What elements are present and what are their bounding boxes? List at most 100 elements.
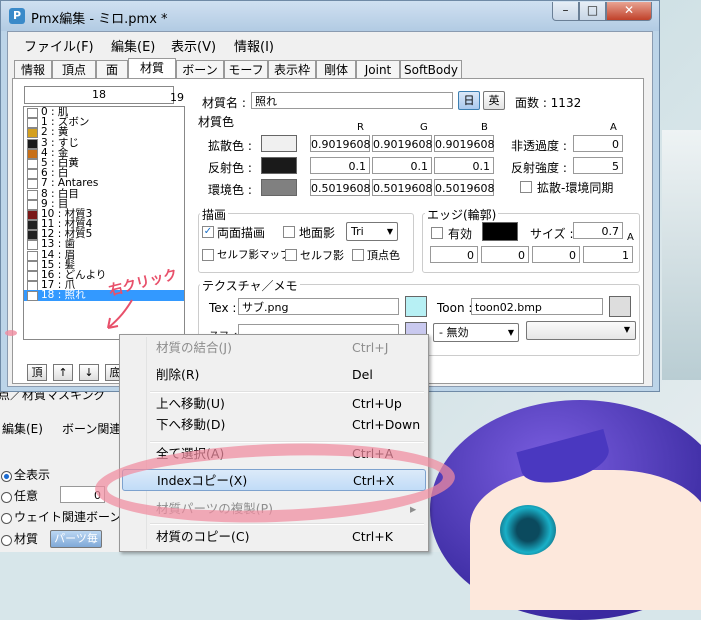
specular-swatch[interactable] bbox=[261, 157, 297, 174]
dropdown-arrow-icon: ▼ bbox=[623, 325, 630, 334]
english-button[interactable]: 英 bbox=[483, 91, 505, 110]
ambient-b[interactable]: 0.5019608 bbox=[434, 179, 495, 196]
material-index-field[interactable]: 18 bbox=[24, 86, 174, 104]
tab-face[interactable]: 面 bbox=[96, 60, 128, 78]
tab-display-frame[interactable]: 表示枠 bbox=[268, 60, 316, 78]
vertex-color-checkbox[interactable] bbox=[352, 249, 364, 261]
list-top-button[interactable]: 頂 bbox=[27, 364, 47, 381]
double-sided-checkbox[interactable]: ✓ bbox=[202, 226, 214, 238]
menu-item-move-down[interactable]: 下へ移動(D) Ctrl+Down bbox=[122, 414, 426, 436]
ambient-g[interactable]: 0.5019608 bbox=[372, 179, 433, 196]
list-up-button[interactable]: ↑ bbox=[53, 364, 73, 381]
tab-softbody[interactable]: SoftBody bbox=[400, 60, 462, 78]
japanese-button[interactable]: 日 bbox=[458, 91, 480, 110]
specular-r[interactable]: 0.1 bbox=[310, 157, 370, 174]
close-button[interactable]: ✕ bbox=[606, 2, 652, 21]
ambient-r[interactable]: 0.5019608 bbox=[310, 179, 371, 196]
diffuse-g[interactable]: 0.9019608 bbox=[372, 135, 433, 152]
tex-input[interactable]: サブ.png bbox=[238, 298, 399, 315]
diffuse-b[interactable]: 0.9019608 bbox=[434, 135, 495, 152]
tab-bone[interactable]: ボーン bbox=[176, 60, 224, 78]
menu-edit[interactable]: 編集(E) bbox=[111, 36, 155, 55]
edge-enabled-checkbox[interactable] bbox=[431, 227, 443, 239]
tex-label: Tex : bbox=[209, 301, 237, 315]
character-eye bbox=[500, 505, 556, 555]
diffuse-r[interactable]: 0.9019608 bbox=[310, 135, 371, 152]
radio-any[interactable] bbox=[1, 492, 12, 503]
material-name-input[interactable]: 照れ bbox=[251, 92, 453, 109]
edge-size-label: サイズ : bbox=[530, 227, 574, 241]
self-shadow-checkbox[interactable] bbox=[285, 249, 297, 261]
menu-item-delete[interactable]: 削除(R) Del bbox=[122, 364, 426, 386]
menu-item-move-up[interactable]: 上へ移動(U) Ctrl+Up bbox=[122, 393, 426, 415]
menu-item-copy-material[interactable]: 材質のコピー(C) Ctrl+K bbox=[122, 526, 426, 548]
sync-checkbox[interactable] bbox=[520, 181, 532, 193]
tri-dropdown[interactable]: Tri ▼ bbox=[346, 222, 398, 241]
mask-menu-edit[interactable]: 編集(E) bbox=[2, 420, 43, 437]
edge-color-swatch[interactable] bbox=[482, 222, 518, 241]
material-count: 19 bbox=[170, 91, 184, 104]
edge-b[interactable]: 0 bbox=[532, 246, 580, 263]
sphere-mode-dropdown[interactable]: - 無効 ▼ bbox=[433, 323, 519, 342]
toon-preview[interactable] bbox=[609, 296, 631, 317]
tex-preview[interactable] bbox=[405, 296, 427, 317]
edge-enabled-label: 有効 bbox=[448, 227, 473, 241]
tab-morph[interactable]: モーフ bbox=[224, 60, 268, 78]
edge-a[interactable]: 1 bbox=[583, 246, 633, 263]
menu-info[interactable]: 情報(I) bbox=[234, 36, 274, 55]
app-icon: P bbox=[9, 8, 25, 24]
edge-r[interactable]: 0 bbox=[430, 246, 478, 263]
toon-input[interactable]: toon02.bmp bbox=[471, 298, 603, 315]
material-color-swatch bbox=[27, 291, 38, 302]
specular-g[interactable]: 0.1 bbox=[372, 157, 432, 174]
edge-size-input[interactable]: 0.7 bbox=[573, 222, 623, 239]
title-bar[interactable]: P Pmx編集 - ミロ.pmx * – □ ✕ bbox=[1, 1, 659, 31]
ambient-swatch[interactable] bbox=[261, 179, 297, 196]
minimize-button[interactable]: – bbox=[552, 2, 579, 21]
menu-view[interactable]: 表示(V) bbox=[171, 36, 216, 55]
radio-weight[interactable] bbox=[1, 513, 12, 524]
radio-material[interactable] bbox=[1, 535, 12, 546]
spec-power-label: 反射強度 : bbox=[511, 161, 567, 175]
sphere-file-dropdown[interactable]: ▼ bbox=[526, 321, 636, 340]
vertex-material-mask-window: 点／材質マスキング 編集(E) ボーン関連 全表示 任意 0 ウェイト関連ボーン… bbox=[0, 378, 126, 552]
edge-g[interactable]: 0 bbox=[481, 246, 529, 263]
alpha-label: 非透過度 : bbox=[511, 139, 567, 153]
alpha-input[interactable]: 0 bbox=[573, 135, 623, 152]
sync-label: 拡散-環境同期 bbox=[537, 181, 614, 195]
edge-group-title: エッジ(輪郭) bbox=[425, 206, 499, 223]
tri-dropdown-value: Tri bbox=[351, 225, 364, 238]
menu-item-move-up-label: 上へ移動(U) bbox=[156, 396, 225, 411]
dropdown-arrow-icon: ▼ bbox=[386, 227, 393, 236]
col-r: R bbox=[357, 122, 364, 133]
menu-item-delete-label: 削除(R) bbox=[156, 367, 200, 382]
self-shadow-label: セルフ影 bbox=[300, 249, 344, 262]
diffuse-label: 拡散色 : bbox=[208, 139, 252, 153]
draw-group-title: 描画 bbox=[200, 206, 229, 223]
ambient-label: 環境色 : bbox=[208, 183, 252, 197]
tab-rigid-body[interactable]: 剛体 bbox=[316, 60, 356, 78]
tab-material[interactable]: 材質 bbox=[128, 58, 176, 79]
menu-item-merge[interactable]: 材質の結合(J) Ctrl+J bbox=[122, 337, 426, 359]
tab-joint[interactable]: Joint bbox=[356, 60, 400, 78]
menu-item-copy-material-shortcut: Ctrl+K bbox=[352, 529, 393, 544]
col-g: G bbox=[420, 122, 428, 133]
menu-file[interactable]: ファイル(F) bbox=[24, 36, 94, 55]
parts-button[interactable]: パーツ毎 bbox=[50, 530, 102, 548]
mask-menu-bone[interactable]: ボーン関連 bbox=[62, 420, 121, 437]
specular-b[interactable]: 0.1 bbox=[434, 157, 494, 174]
annotation-dot bbox=[5, 330, 17, 336]
tab-info[interactable]: 情報 bbox=[14, 60, 52, 78]
col-b: B bbox=[481, 122, 488, 133]
radio-all[interactable] bbox=[1, 471, 12, 482]
list-down-button[interactable]: ↓ bbox=[79, 364, 99, 381]
scenery-right bbox=[662, 130, 701, 380]
toon-label: Toon : bbox=[437, 301, 473, 315]
tab-vertex[interactable]: 頂点 bbox=[52, 60, 96, 78]
self-shadow-map-checkbox[interactable] bbox=[202, 249, 214, 261]
tab-strip: 情報 頂点 面 材質 ボーン モーフ 表示枠 剛体 Joint SoftBody bbox=[12, 58, 652, 79]
diffuse-swatch[interactable] bbox=[261, 135, 297, 152]
ground-shadow-checkbox[interactable] bbox=[283, 226, 295, 238]
maximize-button[interactable]: □ bbox=[579, 2, 606, 21]
spec-power-input[interactable]: 5 bbox=[573, 157, 623, 174]
